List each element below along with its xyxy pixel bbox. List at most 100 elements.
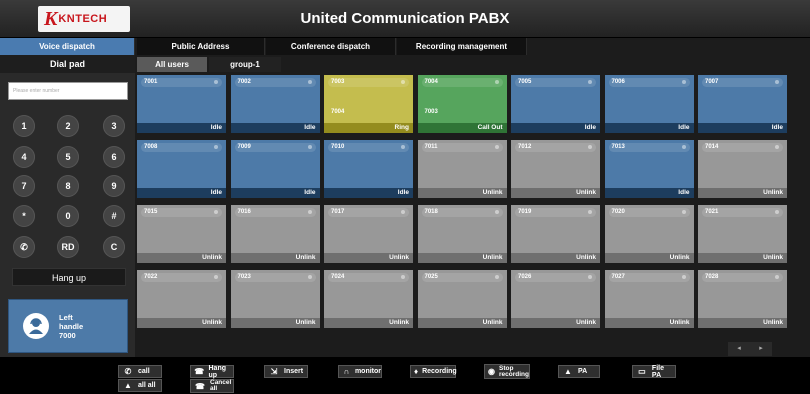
dial-key[interactable]: RD (57, 236, 79, 258)
file-pa-label: File PA (651, 364, 664, 379)
status-badge: Idle (230, 188, 320, 198)
handset-icon-button[interactable]: ✆ (13, 236, 35, 258)
extension-tile[interactable]: 7010 Idle (324, 140, 413, 198)
dial-key[interactable]: # (103, 205, 125, 227)
extension-tile[interactable]: 7016 Unlink (230, 205, 320, 263)
next-page-button[interactable]: ▸ (750, 342, 772, 356)
hang-up-action-button[interactable]: ☎ Hang up (190, 365, 234, 379)
tab-public-address[interactable]: Public Address (137, 38, 265, 55)
dial-key[interactable]: 4 (13, 146, 35, 168)
monitor-button[interactable]: ∩ monitor (338, 365, 382, 378)
extension-tile[interactable]: 7023 Unlink (230, 270, 320, 328)
extension-tile[interactable]: 7002 Idle (230, 75, 320, 133)
extension-tile[interactable]: 7006 Idle (604, 75, 694, 133)
status-badge: Unlink (417, 188, 507, 198)
extension-tile[interactable]: 7013 Idle (604, 140, 694, 198)
peer-number: 7003 (424, 109, 438, 115)
tab-group-1[interactable]: group-1 (209, 57, 281, 72)
extension-tile[interactable]: 7019 Unlink (511, 205, 600, 263)
tab-recording-management[interactable]: Recording management (397, 38, 527, 55)
status-badge: Idle (230, 123, 320, 133)
hang-up-button[interactable]: Hang up (12, 268, 126, 286)
dial-key[interactable]: C (103, 236, 125, 258)
dial-key[interactable]: 8 (57, 175, 79, 197)
extension-tile[interactable]: 7021 Unlink (698, 205, 787, 263)
left-handle-card[interactable]: Left handle 7000 (8, 299, 128, 353)
extension-number: 7006 (608, 78, 690, 87)
dial-key[interactable]: * (13, 205, 35, 227)
extension-tile[interactable]: 7007 Idle (698, 75, 787, 133)
extension-tile[interactable]: 7003 7004 Ring (324, 75, 413, 133)
dial-pad-title: Dial pad (0, 55, 135, 73)
call-button[interactable]: ✆ call (118, 365, 162, 378)
cancel-all-button[interactable]: ☎ Cancel all (190, 379, 234, 393)
extension-tile[interactable]: 7028 Unlink (698, 270, 787, 328)
tab-voice-dispatch[interactable]: Voice dispatch (0, 38, 135, 55)
dial-key[interactable]: 5 (57, 146, 79, 168)
extension-tile[interactable]: 7017 Unlink (324, 205, 413, 263)
dial-key[interactable]: 9 (103, 175, 125, 197)
file-pa-button[interactable]: ▭ File PA (632, 364, 676, 379)
cancel-all-label-2: all (210, 385, 218, 392)
dial-key[interactable]: 6 (103, 146, 125, 168)
status-badge: Unlink (137, 318, 226, 328)
insert-button[interactable]: ⇲ Insert (264, 365, 308, 378)
extension-number: 7008 (141, 143, 222, 152)
all-all-button[interactable]: ▲ all all (118, 379, 162, 392)
extension-tile[interactable]: 7025 Unlink (417, 270, 507, 328)
extension-number: 7028 (702, 273, 783, 282)
extension-number: 7011 (421, 143, 503, 152)
status-badge: Idle (604, 188, 694, 198)
extension-tile[interactable]: 7018 Unlink (417, 205, 507, 263)
stop-recording-button[interactable]: ◉ Stop recording (484, 364, 530, 379)
extension-number: 7023 (234, 273, 316, 282)
extension-tile[interactable]: 7012 Unlink (511, 140, 600, 198)
headphone-icon: ∩ (343, 367, 350, 376)
status-badge: Unlink (698, 253, 787, 263)
status-badge: Unlink (230, 318, 320, 328)
dial-key[interactable]: 0 (57, 205, 79, 227)
extension-tile[interactable]: 7020 Unlink (604, 205, 694, 263)
status-badge: Ring (324, 123, 413, 133)
extension-tile[interactable]: 7011 Unlink (417, 140, 507, 198)
extension-tile[interactable]: 7004 7003 Call Out (417, 75, 507, 133)
extension-tile[interactable]: 7024 Unlink (324, 270, 413, 328)
extension-number: 7001 (141, 78, 222, 87)
extension-number: 7005 (515, 78, 596, 87)
tab-conference-dispatch[interactable]: Conference dispatch (266, 38, 396, 55)
extension-tile[interactable]: 7022 Unlink (137, 270, 226, 328)
extension-tile[interactable]: 7014 Unlink (698, 140, 787, 198)
pa-button[interactable]: ▲ PA (558, 365, 600, 378)
extension-number: 7014 (702, 143, 783, 152)
status-badge: Unlink (698, 188, 787, 198)
extension-tile[interactable]: 7015 Unlink (137, 205, 226, 263)
status-badge: Unlink (511, 318, 600, 328)
dial-pad-panel: Dial pad Please enter number 1 2 3 4 5 6 7 8 9 * 0… (0, 55, 135, 357)
prev-page-button[interactable]: ◂ (728, 342, 750, 356)
dial-key[interactable]: 7 (13, 175, 35, 197)
status-badge: Idle (324, 188, 413, 198)
extension-tile[interactable]: 7009 Idle (230, 140, 320, 198)
extension-tile[interactable]: 7001 Idle (137, 75, 226, 133)
extension-tile[interactable]: 7027 Unlink (604, 270, 694, 328)
action-bar: ✆ call ☎ Hang up ⇲ Insert ∩ monitor ♦ Recordi… (0, 357, 810, 394)
handset-icon: ✆ (20, 242, 28, 252)
number-input[interactable]: Please enter number (8, 82, 128, 100)
extension-number: 7026 (515, 273, 596, 282)
tab-all-users[interactable]: All users (137, 57, 207, 72)
extension-tile[interactable]: 7005 Idle (511, 75, 600, 133)
all-all-label: all all (138, 382, 156, 389)
app-title: United Communication PABX (300, 10, 510, 27)
status-badge: Unlink (417, 318, 507, 328)
status-badge: Idle (137, 123, 226, 133)
status-badge: Unlink (137, 253, 226, 263)
dial-key[interactable]: 1 (13, 115, 35, 137)
dial-key[interactable]: 3 (103, 115, 125, 137)
extension-number: 7027 (608, 273, 690, 282)
extension-tile[interactable]: 7008 Idle (137, 140, 226, 198)
dial-key[interactable]: 2 (57, 115, 79, 137)
extension-number: 7016 (234, 208, 316, 217)
recording-button[interactable]: ♦ Recording (410, 365, 457, 378)
stop-icon: ◉ (488, 367, 495, 376)
extension-tile[interactable]: 7026 Unlink (511, 270, 600, 328)
